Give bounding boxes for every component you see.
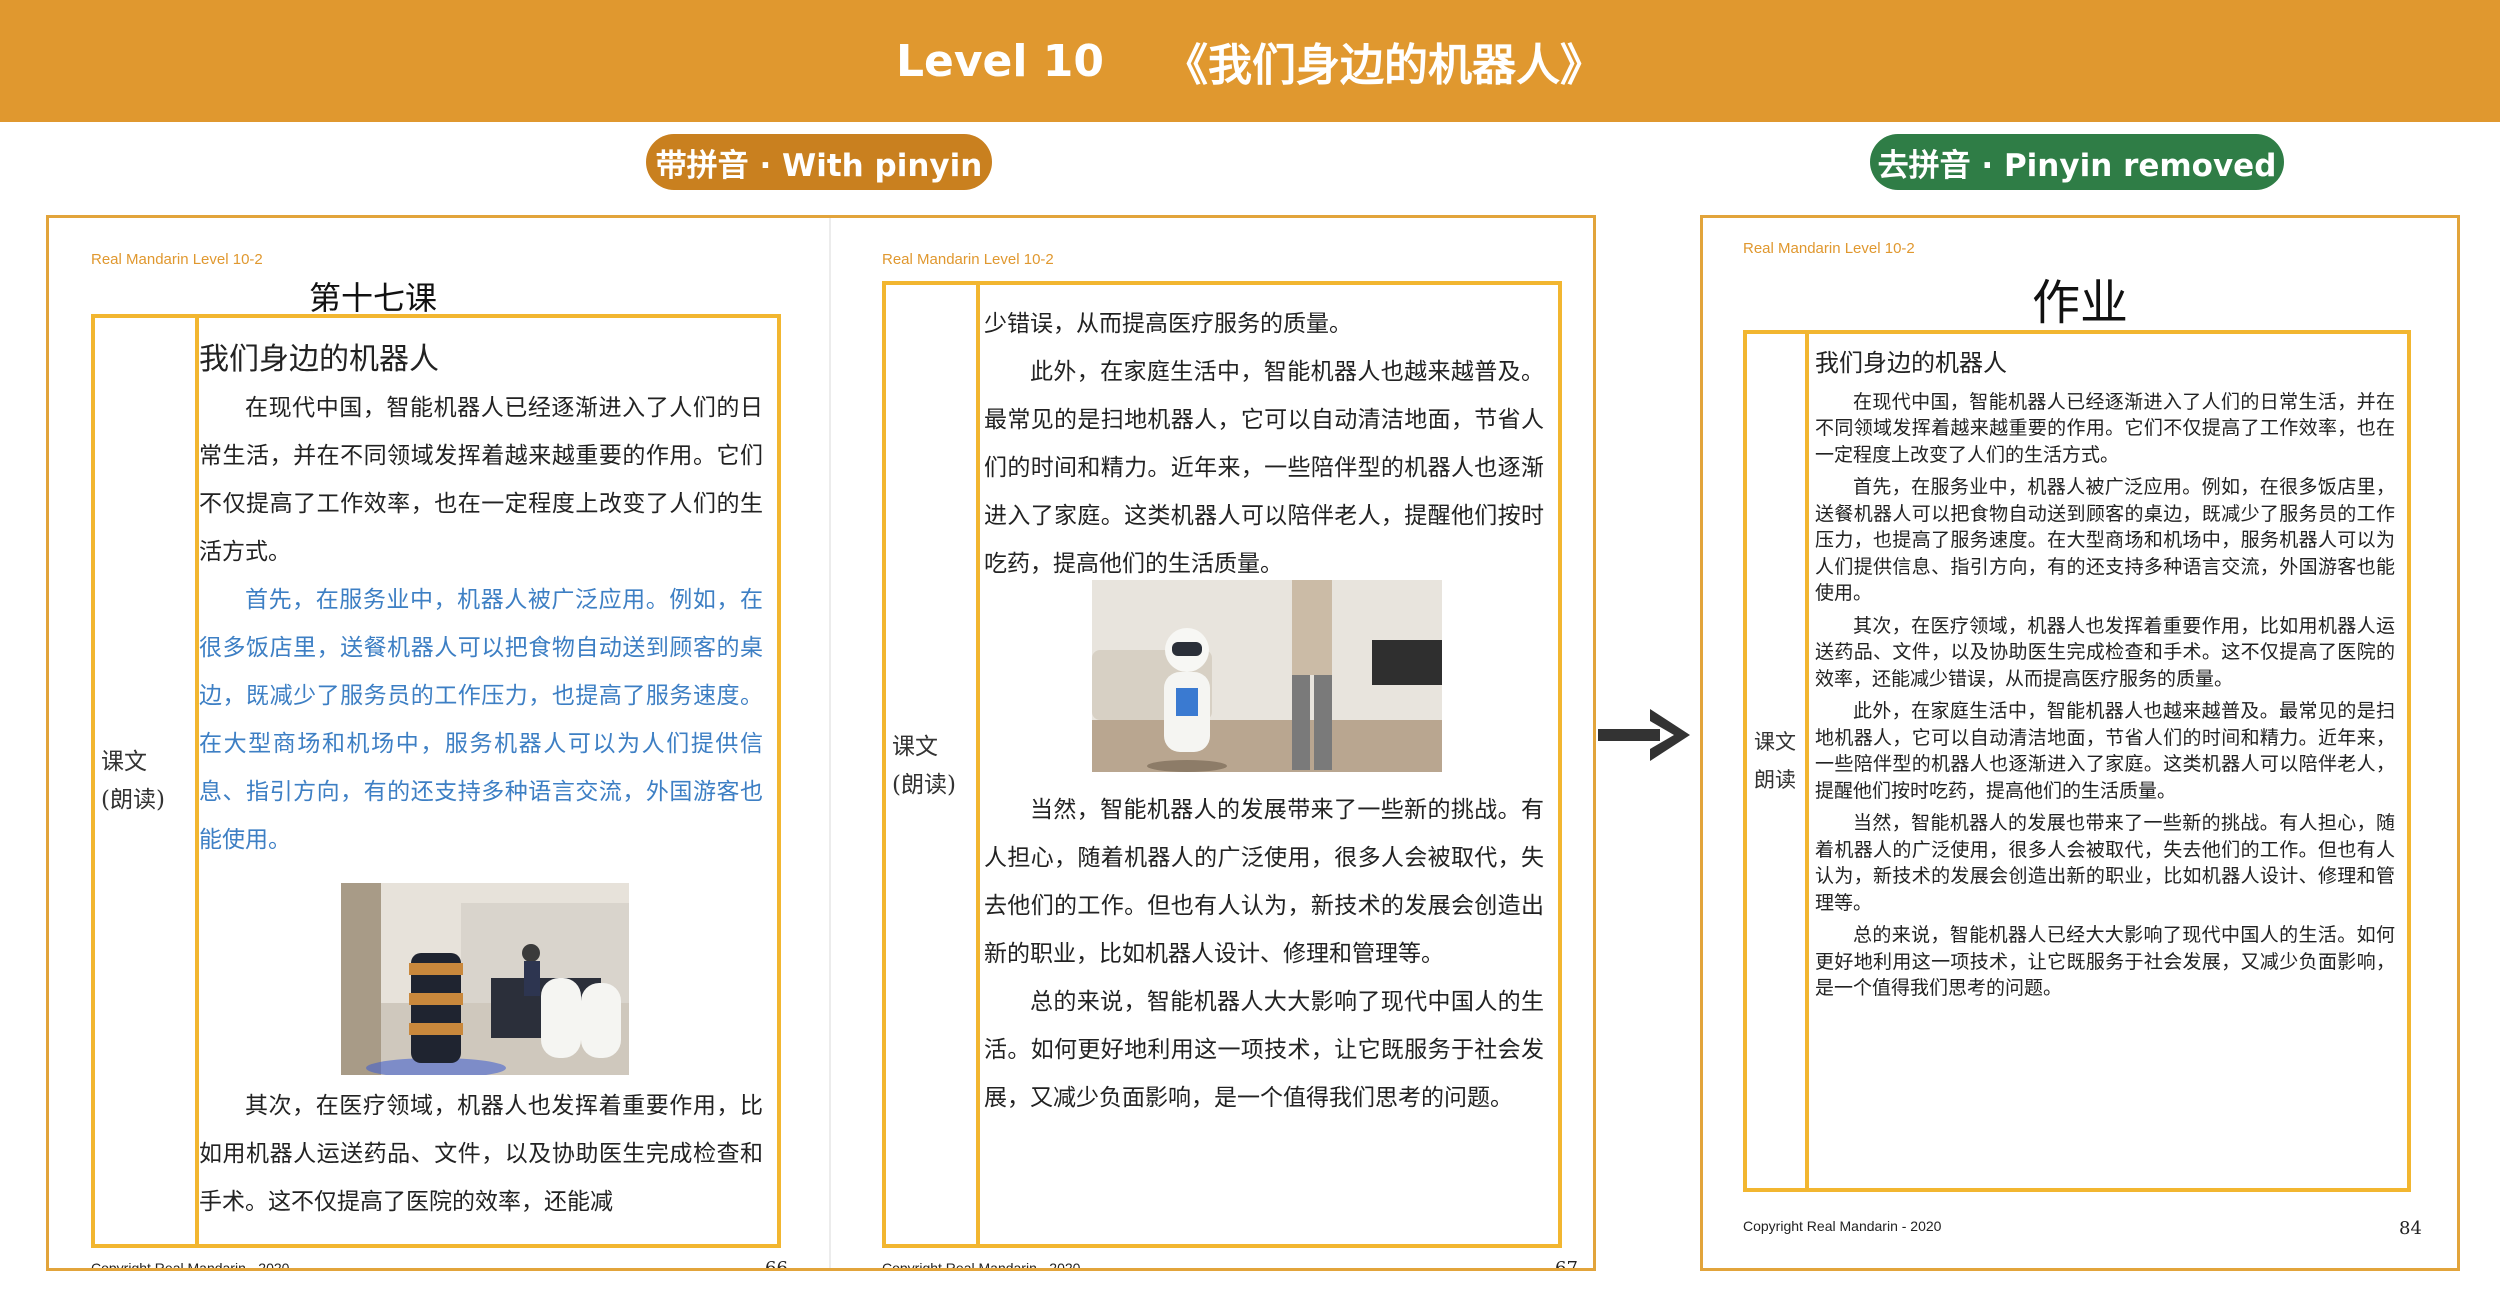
highlighted-paragraph: 首先，在服务业中，机器人被广泛应用。例如，在很多饭店里，送餐机器人可以把食物自动…	[199, 587, 763, 853]
side-label: 课文 朗读	[1754, 730, 1796, 792]
side-label: 课文 (朗读)	[101, 749, 165, 813]
copyright: Copyright Real Mandarin - 2020	[91, 1260, 290, 1271]
frame-separator	[976, 285, 980, 1244]
spread-gutter	[829, 218, 831, 1268]
paragraph: 总的来说，智能机器人已经大大影响了现代中国人的生活。如何更好地利用这一项技术，让…	[1815, 924, 2395, 999]
page-67-text-bottom: 当然，智能机器人的发展带来了一些新的挑战。有人担心，随着机器人的广泛使用，很多人…	[984, 786, 1544, 1122]
copyright: Copyright Real Mandarin - 2020	[1743, 1218, 1942, 1234]
level-label: Level 10	[895, 35, 1105, 87]
right-arrow-icon	[1598, 709, 1690, 761]
page-number: 66	[765, 1258, 788, 1271]
page-code: Real Mandarin Level 10-2	[1743, 240, 1915, 257]
copyright: Copyright Real Mandarin - 2020	[882, 1260, 1081, 1271]
page-66-continued: 其次，在医疗领域，机器人也发挥着重要作用，比如用机器人运送药品、文件，以及协助医…	[199, 1082, 763, 1226]
lesson-title: 《我们身边的机器人》	[1164, 40, 1605, 91]
page-number: 67	[1555, 1258, 1578, 1271]
title-banner: Level 10 《我们身边的机器人》	[0, 0, 2500, 122]
page-67-text-top: 少错误，从而提高医疗服务的质量。 此外，在家庭生活中，智能机器人也越来越普及。最…	[984, 300, 1544, 588]
paragraph: 其次，在医疗领域，机器人也发挥着重要作用，比如用机器人运送药品、文件，以及协助医…	[199, 1093, 763, 1215]
paragraph: 总的来说，智能机器人大大影响了现代中国人的生活。如何更好地利用这一项技术，让它既…	[984, 989, 1544, 1111]
paragraph: 此外，在家庭生活中，智能机器人也越来越普及。最常见的是扫地机器人，它可以自动清洁…	[984, 359, 1544, 577]
with-pinyin-label: 带拼音 · With pinyin	[646, 134, 992, 190]
page-code: Real Mandarin Level 10-2	[882, 251, 1054, 268]
paragraph: 首先，在服务业中，机器人被广泛应用。例如，在很多饭店里，送餐机器人可以把食物自动…	[1815, 476, 2395, 604]
delivery-robot-photo	[341, 883, 629, 1075]
paragraph: 少错误，从而提高医疗服务的质量。	[984, 311, 1352, 337]
pinyin-spread: Real Mandarin Level 10-2 第十七课 课文 (朗读) 我们…	[46, 215, 1596, 1271]
side-label: 课文 (朗读)	[892, 734, 956, 798]
passage-title: 我们身边的机器人	[199, 342, 439, 377]
page-code: Real Mandarin Level 10-2	[91, 251, 263, 268]
paragraph: 在现代中国，智能机器人已经逐渐进入了人们的日常生活，并在不同领域发挥着越来越重要…	[1815, 390, 2395, 466]
passage-title: 我们身边的机器人	[1815, 349, 2007, 377]
lesson-number: 第十七课	[309, 279, 438, 317]
paragraph: 当然，智能机器人的发展也带来了一些新的挑战。有人担心，随着机器人的广泛使用，很多…	[1815, 812, 2395, 914]
homework-text: 我们身边的机器人 在现代中国，智能机器人已经逐渐进入了人们的日常生活，并在不同领…	[1815, 350, 2395, 1008]
pinyin-removed-label: 去拼音 · Pinyin removed	[1870, 134, 2284, 190]
paragraph: 当然，智能机器人的发展带来了一些新的挑战。有人担心，随着机器人的广泛使用，很多人…	[984, 797, 1544, 967]
page-number: 84	[2399, 1218, 2422, 1239]
page-66-text: 我们身边的机器人 在现代中国，智能机器人已经逐渐进入了人们的日常生活，并在不同领…	[199, 336, 763, 864]
frame-separator	[1805, 334, 1809, 1188]
homework-title: 作业	[2031, 275, 2128, 331]
paragraph: 其次，在医疗领域，机器人也发挥着重要作用，比如用机器人运送药品、文件，以及协助医…	[1815, 614, 2395, 690]
companion-robot-photo	[1092, 580, 1442, 772]
paragraph: 此外，在家庭生活中，智能机器人也越来越普及。最常见的是扫地机器人，它可以自动清洁…	[1815, 700, 2395, 802]
paragraph: 在现代中国，智能机器人已经逐渐进入了人们的日常生活，并在不同领域发挥着越来越重要…	[199, 395, 763, 565]
homework-sheet: Real Mandarin Level 10-2 作业 课文 朗读 我们身边的机…	[1700, 215, 2460, 1271]
